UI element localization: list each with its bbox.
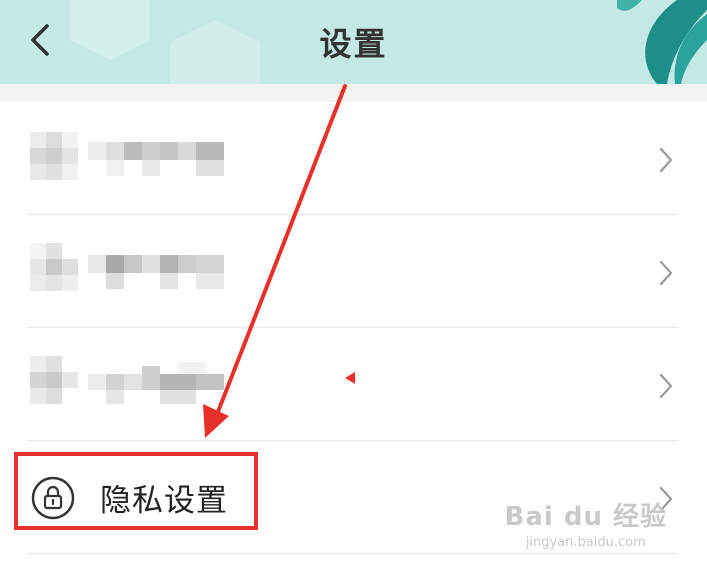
page-title: 设置 bbox=[319, 25, 388, 63]
blurred-label bbox=[88, 362, 224, 404]
highlight-box bbox=[14, 452, 258, 530]
list-item-2[interactable] bbox=[28, 215, 678, 328]
watermark-url: jingyan.baidu.com bbox=[525, 535, 646, 550]
chevron-right-icon bbox=[659, 147, 673, 173]
blurred-icon bbox=[30, 356, 78, 404]
watermark: Bai du 经验 jingyan.baidu.com bbox=[505, 496, 668, 550]
list-item-1[interactable] bbox=[28, 102, 678, 215]
blurred-icon bbox=[30, 243, 78, 291]
blurred-icon bbox=[30, 132, 78, 180]
watermark-brand: Bai du 经验 bbox=[504, 502, 667, 532]
top-bar: 设置 bbox=[0, 0, 707, 84]
blurred-label bbox=[88, 142, 224, 176]
blurred-label bbox=[88, 255, 224, 289]
list-item-3[interactable] bbox=[28, 328, 678, 441]
chevron-right-icon bbox=[659, 373, 673, 399]
chevron-right-icon bbox=[659, 260, 673, 286]
